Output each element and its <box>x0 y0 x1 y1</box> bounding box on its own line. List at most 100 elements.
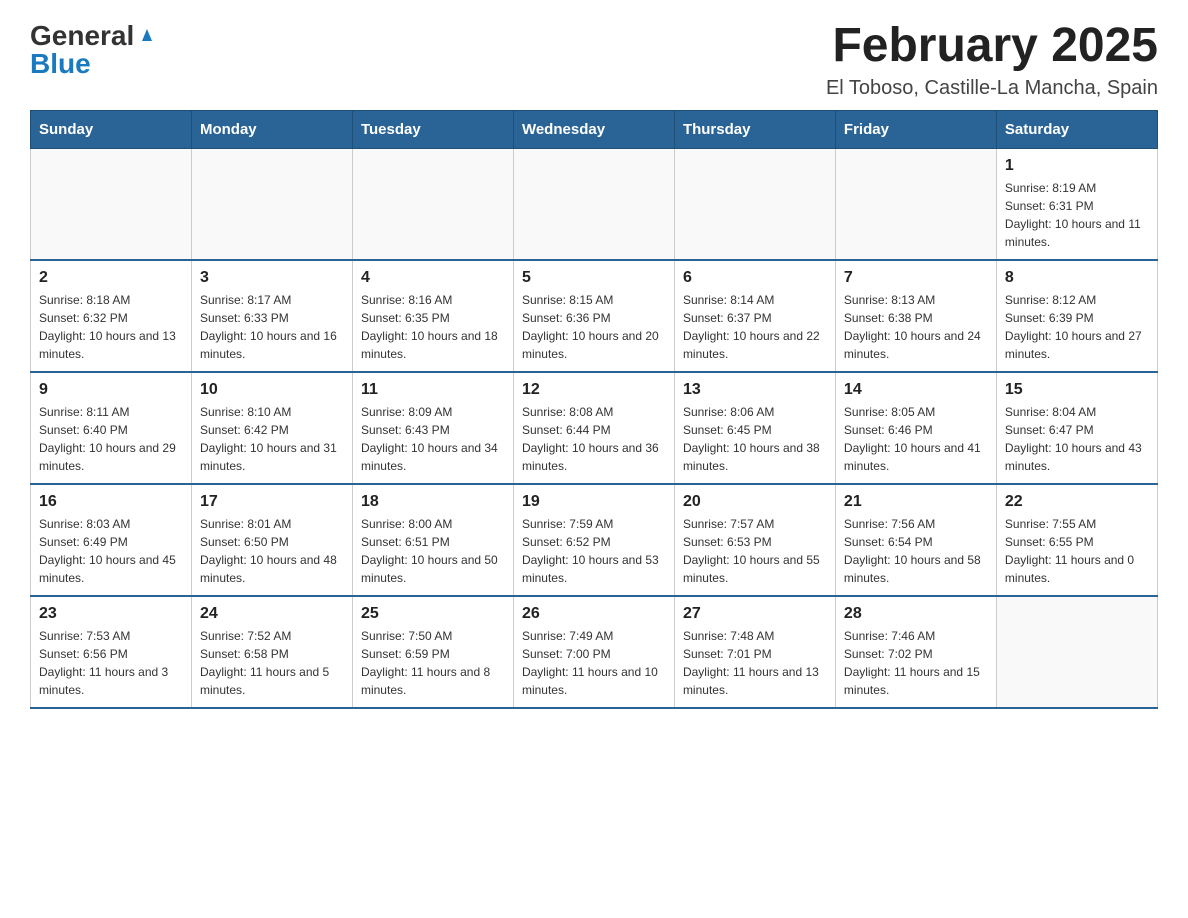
day-number: 22 <box>1005 493 1149 511</box>
calendar-cell: 6 Sunrise: 8:14 AMSunset: 6:37 PMDaylight… <box>674 260 835 372</box>
calendar-cell <box>31 148 192 260</box>
day-number: 20 <box>683 493 827 511</box>
day-info: Sunrise: 8:12 AMSunset: 6:39 PMDaylight:… <box>1005 291 1149 363</box>
calendar-cell <box>835 148 996 260</box>
month-title: February 2025 <box>826 20 1158 73</box>
calendar-cell: 24 Sunrise: 7:52 AMSunset: 6:58 PMDayligh… <box>191 596 352 708</box>
calendar-cell: 13 Sunrise: 8:06 AMSunset: 6:45 PMDayligh… <box>674 372 835 484</box>
day-info: Sunrise: 8:19 AMSunset: 6:31 PMDaylight:… <box>1005 179 1149 251</box>
day-info: Sunrise: 8:10 AMSunset: 6:42 PMDaylight:… <box>200 403 344 475</box>
day-info: Sunrise: 8:18 AMSunset: 6:32 PMDaylight:… <box>39 291 183 363</box>
day-info: Sunrise: 7:52 AMSunset: 6:58 PMDaylight:… <box>200 627 344 699</box>
calendar-table: Sunday Monday Tuesday Wednesday Thursday… <box>30 110 1158 709</box>
day-info: Sunrise: 7:53 AMSunset: 6:56 PMDaylight:… <box>39 627 183 699</box>
day-number: 2 <box>39 269 183 287</box>
day-info: Sunrise: 8:01 AMSunset: 6:50 PMDaylight:… <box>200 515 344 587</box>
day-info: Sunrise: 8:03 AMSunset: 6:49 PMDaylight:… <box>39 515 183 587</box>
day-info: Sunrise: 8:15 AMSunset: 6:36 PMDaylight:… <box>522 291 666 363</box>
calendar-cell: 23 Sunrise: 7:53 AMSunset: 6:56 PMDayligh… <box>31 596 192 708</box>
day-number: 1 <box>1005 157 1149 175</box>
day-info: Sunrise: 8:09 AMSunset: 6:43 PMDaylight:… <box>361 403 505 475</box>
day-number: 19 <box>522 493 666 511</box>
day-info: Sunrise: 7:59 AMSunset: 6:52 PMDaylight:… <box>522 515 666 587</box>
day-info: Sunrise: 8:13 AMSunset: 6:38 PMDaylight:… <box>844 291 988 363</box>
calendar-week-row: 1 Sunrise: 8:19 AMSunset: 6:31 PMDaylight… <box>31 148 1158 260</box>
day-number: 17 <box>200 493 344 511</box>
day-number: 24 <box>200 605 344 623</box>
day-number: 27 <box>683 605 827 623</box>
calendar-cell: 4 Sunrise: 8:16 AMSunset: 6:35 PMDaylight… <box>352 260 513 372</box>
logo: General Blue <box>30 20 158 80</box>
day-info: Sunrise: 8:14 AMSunset: 6:37 PMDaylight:… <box>683 291 827 363</box>
header-tuesday: Tuesday <box>352 110 513 148</box>
calendar-cell: 22 Sunrise: 7:55 AMSunset: 6:55 PMDayligh… <box>996 484 1157 596</box>
day-info: Sunrise: 7:49 AMSunset: 7:00 PMDaylight:… <box>522 627 666 699</box>
header-friday: Friday <box>835 110 996 148</box>
calendar-cell <box>191 148 352 260</box>
header-saturday: Saturday <box>996 110 1157 148</box>
day-number: 15 <box>1005 381 1149 399</box>
day-info: Sunrise: 8:17 AMSunset: 6:33 PMDaylight:… <box>200 291 344 363</box>
day-number: 28 <box>844 605 988 623</box>
calendar-week-row: 9 Sunrise: 8:11 AMSunset: 6:40 PMDaylight… <box>31 372 1158 484</box>
day-info: Sunrise: 8:06 AMSunset: 6:45 PMDaylight:… <box>683 403 827 475</box>
day-info: Sunrise: 7:46 AMSunset: 7:02 PMDaylight:… <box>844 627 988 699</box>
day-info: Sunrise: 8:11 AMSunset: 6:40 PMDaylight:… <box>39 403 183 475</box>
calendar-cell <box>352 148 513 260</box>
weekday-header-row: Sunday Monday Tuesday Wednesday Thursday… <box>31 110 1158 148</box>
calendar-cell: 19 Sunrise: 7:59 AMSunset: 6:52 PMDayligh… <box>513 484 674 596</box>
calendar-cell: 15Sunrise: 8:04 AMSunset: 6:47 PMDayligh… <box>996 372 1157 484</box>
day-number: 25 <box>361 605 505 623</box>
calendar-cell <box>513 148 674 260</box>
calendar-cell: 1 Sunrise: 8:19 AMSunset: 6:31 PMDaylight… <box>996 148 1157 260</box>
day-number: 9 <box>39 381 183 399</box>
calendar-cell: 5Sunrise: 8:15 AMSunset: 6:36 PMDaylight… <box>513 260 674 372</box>
day-number: 12 <box>522 381 666 399</box>
calendar-cell: 16 Sunrise: 8:03 AMSunset: 6:49 PMDayligh… <box>31 484 192 596</box>
day-number: 14 <box>844 381 988 399</box>
header-sunday: Sunday <box>31 110 192 148</box>
calendar-cell: 17 Sunrise: 8:01 AMSunset: 6:50 PMDayligh… <box>191 484 352 596</box>
calendar-cell: 2 Sunrise: 8:18 AMSunset: 6:32 PMDaylight… <box>31 260 192 372</box>
day-info: Sunrise: 8:16 AMSunset: 6:35 PMDaylight:… <box>361 291 505 363</box>
page-header: General Blue February 2025 El Toboso, Ca… <box>30 20 1158 100</box>
day-info: Sunrise: 7:55 AMSunset: 6:55 PMDaylight:… <box>1005 515 1149 587</box>
calendar-cell: 3Sunrise: 8:17 AMSunset: 6:33 PMDaylight… <box>191 260 352 372</box>
day-info: Sunrise: 8:05 AMSunset: 6:46 PMDaylight:… <box>844 403 988 475</box>
logo-triangle-icon <box>136 23 158 45</box>
day-number: 16 <box>39 493 183 511</box>
calendar-cell: 20Sunrise: 7:57 AMSunset: 6:53 PMDayligh… <box>674 484 835 596</box>
day-number: 8 <box>1005 269 1149 287</box>
day-number: 10 <box>200 381 344 399</box>
calendar-cell <box>674 148 835 260</box>
day-number: 18 <box>361 493 505 511</box>
day-number: 6 <box>683 269 827 287</box>
day-number: 4 <box>361 269 505 287</box>
calendar-week-row: 23 Sunrise: 7:53 AMSunset: 6:56 PMDayligh… <box>31 596 1158 708</box>
calendar-cell: 25 Sunrise: 7:50 AMSunset: 6:59 PMDayligh… <box>352 596 513 708</box>
header-monday: Monday <box>191 110 352 148</box>
day-number: 13 <box>683 381 827 399</box>
day-info: Sunrise: 7:56 AMSunset: 6:54 PMDaylight:… <box>844 515 988 587</box>
calendar-cell: 27Sunrise: 7:48 AMSunset: 7:01 PMDayligh… <box>674 596 835 708</box>
header-wednesday: Wednesday <box>513 110 674 148</box>
day-info: Sunrise: 8:00 AMSunset: 6:51 PMDaylight:… <box>361 515 505 587</box>
title-section: February 2025 El Toboso, Castille-La Man… <box>826 20 1158 100</box>
blue-text: Blue <box>30 48 91 80</box>
day-info: Sunrise: 8:08 AMSunset: 6:44 PMDaylight:… <box>522 403 666 475</box>
calendar-cell: 18 Sunrise: 8:00 AMSunset: 6:51 PMDayligh… <box>352 484 513 596</box>
day-number: 7 <box>844 269 988 287</box>
calendar-cell: 28 Sunrise: 7:46 AMSunset: 7:02 PMDayligh… <box>835 596 996 708</box>
calendar-body: 1 Sunrise: 8:19 AMSunset: 6:31 PMDaylight… <box>31 148 1158 708</box>
header-thursday: Thursday <box>674 110 835 148</box>
calendar-cell: 7 Sunrise: 8:13 AMSunset: 6:38 PMDaylight… <box>835 260 996 372</box>
calendar-week-row: 2 Sunrise: 8:18 AMSunset: 6:32 PMDaylight… <box>31 260 1158 372</box>
day-info: Sunrise: 7:50 AMSunset: 6:59 PMDaylight:… <box>361 627 505 699</box>
calendar-cell: 8 Sunrise: 8:12 AMSunset: 6:39 PMDaylight… <box>996 260 1157 372</box>
calendar-header: Sunday Monday Tuesday Wednesday Thursday… <box>31 110 1158 148</box>
calendar-cell: 10 Sunrise: 8:10 AMSunset: 6:42 PMDayligh… <box>191 372 352 484</box>
location-subtitle: El Toboso, Castille-La Mancha, Spain <box>826 77 1158 100</box>
day-number: 23 <box>39 605 183 623</box>
day-number: 26 <box>522 605 666 623</box>
calendar-cell <box>996 596 1157 708</box>
